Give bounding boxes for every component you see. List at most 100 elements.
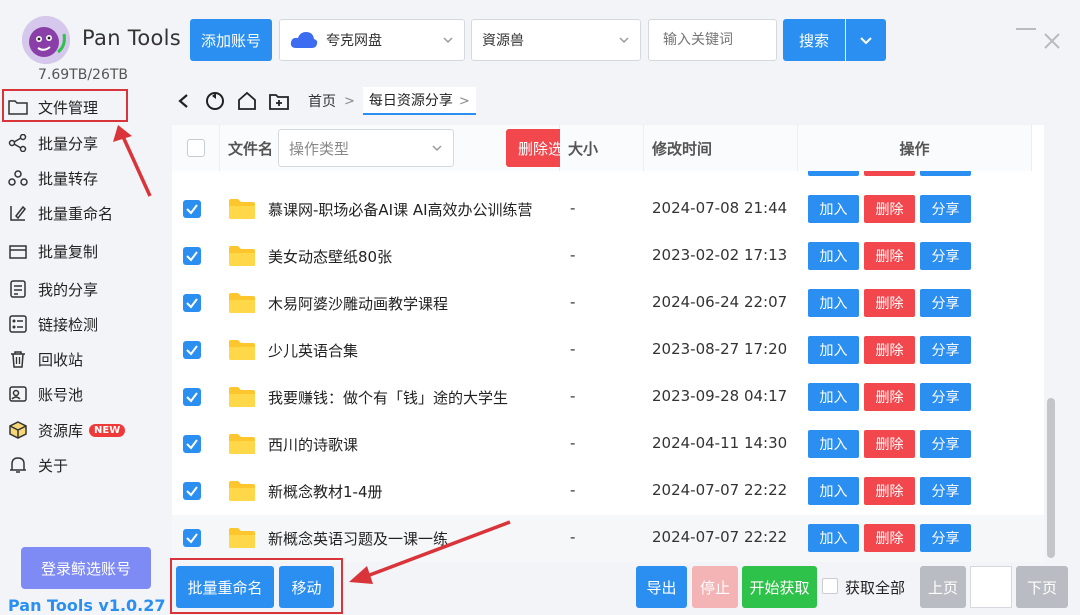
search-button[interactable]: 搜索 [783,19,845,61]
table-row[interactable]: 木易阿婆沙雕动画教学课程 - 2024-06-24 22:07 加入 删除 分享 [172,280,1044,327]
chevron-down-icon [432,145,442,152]
cloud-drive-select[interactable]: 夸克网盘 [279,19,465,61]
sidebar-item-batch-rename[interactable]: 批量重命名 [8,199,113,227]
share-button[interactable]: 分享 [920,430,971,458]
file-size: - [570,434,576,452]
sidebar-item-batch-copy[interactable]: 批量复制 [8,237,98,265]
delete-button[interactable]: 删除 [864,336,915,364]
batch-rename-button[interactable]: 批量重命名 [176,566,274,608]
refresh-icon[interactable] [204,90,226,112]
add-account-button[interactable]: 添加账号 [190,19,272,61]
file-name[interactable]: 木易阿婆沙雕动画教学课程 [268,293,448,314]
file-size: - [570,246,576,264]
table-row[interactable]: 新概念英语习题及一课一练 -2024-07-07 22:22 加入 删除 分享 [172,515,1044,562]
row-checkbox[interactable] [183,294,201,312]
share-button[interactable]: 分享 [920,242,971,270]
file-name[interactable]: 西川的诗歌课 [268,434,358,455]
scrollbar-thumb[interactable] [1047,398,1055,558]
folder-icon [229,293,255,313]
folder-icon [229,387,255,407]
add-button[interactable]: 加入 [808,242,859,270]
prev-page-button[interactable]: 上页 [920,566,966,608]
close-icon[interactable] [1043,32,1061,54]
sidebar-item-batch-transfer[interactable]: 批量转存 [8,164,98,192]
delete-button[interactable]: 删除 [864,195,915,223]
share-button[interactable]: 分享 [920,524,971,552]
file-modified: 2023-02-02 17:13 [652,246,788,264]
sidebar-item-recycle-bin[interactable]: 回收站 [8,345,83,373]
table-row[interactable]: 西川的诗歌课 - 2024-04-11 14:30 加入 删除 分享 [172,421,1044,468]
row-checkbox[interactable] [183,482,201,500]
share-button[interactable] [920,171,971,176]
share-button[interactable]: 分享 [920,477,971,505]
row-checkbox[interactable] [183,341,201,359]
table-row[interactable]: 美女动态壁纸80张 - 2023-02-02 17:13 加入 删除 分享 [172,233,1044,280]
share-button[interactable]: 分享 [920,336,971,364]
row-checkbox[interactable] [183,435,201,453]
sidebar-item-label: 回收站 [38,350,84,369]
table-row[interactable]: 新概念教材1-4册 - 2024-07-07 22:22 加入 删除 分享 [172,468,1044,515]
table-row[interactable]: 少儿英语合集 - 2023-08-27 17:20 加入 删除 分享 [172,327,1044,374]
sidebar-item-batch-share[interactable]: 批量分享 [8,129,98,157]
add-button[interactable]: 加入 [808,524,859,552]
add-button[interactable]: 加入 [808,195,859,223]
row-checkbox[interactable] [183,529,201,547]
next-page-button[interactable]: 下页 [1016,566,1068,608]
stop-button[interactable]: 停止 [692,566,738,608]
search-input[interactable] [648,19,777,61]
delete-button[interactable] [864,171,915,176]
chevron-down-icon [860,37,872,45]
sidebar-item-my-share[interactable]: 我的分享 [8,275,98,303]
file-name[interactable]: 新概念教材1-4册 [268,481,383,502]
file-modified: 2024-07-07 22:22 [652,528,788,546]
operation-type-select[interactable]: 操作类型 [278,129,454,167]
delete-button[interactable]: 删除 [864,430,915,458]
delete-button[interactable]: 删除 [864,477,915,505]
delete-button[interactable]: 删除 [864,524,915,552]
delete-button[interactable]: 删除 [864,289,915,317]
delete-button[interactable]: 删除 [864,383,915,411]
file-name[interactable]: 美女动态壁纸80张 [268,246,392,267]
file-table: 文件名 操作类型 删除选中 大小 修改时间 操作 慕课网-职场必备AI课 AI高… [172,125,1044,562]
add-button[interactable]: 加入 [808,430,859,458]
sidebar-item-about[interactable]: 关于 [8,451,68,479]
start-fetch-button[interactable]: 开始获取 [742,566,817,608]
export-button[interactable]: 导出 [636,566,687,608]
delete-button[interactable]: 删除 [864,242,915,270]
row-checkbox[interactable] [183,247,201,265]
share-button[interactable]: 分享 [920,383,971,411]
file-name[interactable]: 慕课网-职场必备AI课 AI高效办公训练营 [268,199,533,220]
sidebar-item-account-pool[interactable]: 账号池 [8,380,83,408]
sidebar-item-link-check[interactable]: 链接检测 [8,310,98,338]
add-button[interactable]: 加入 [808,383,859,411]
back-icon[interactable] [176,93,192,109]
file-name[interactable]: 我要赚钱：做个有「钱」途的大学生 [268,387,508,408]
minimize-icon[interactable] [1016,28,1036,30]
search-options-button[interactable] [846,19,886,61]
sidebar-item-resource-library[interactable]: 资源库 NEW [8,416,126,444]
folder-icon [229,434,255,454]
new-folder-icon[interactable] [268,90,290,112]
source-select[interactable]: 資源兽 [471,19,641,61]
add-button[interactable] [808,171,859,176]
storage-usage: 7.69TB/26TB [38,67,129,83]
page-number-input[interactable] [970,566,1012,608]
table-row[interactable]: 我要赚钱：做个有「钱」途的大学生 - 2023-09-28 04:17 加入 删除 分享 [172,374,1044,421]
breadcrumb-current[interactable]: 每日资源分享 > [362,87,476,115]
add-button[interactable]: 加入 [808,289,859,317]
add-button[interactable]: 加入 [808,477,859,505]
file-name[interactable]: 少儿英语合集 [268,340,358,361]
share-button[interactable]: 分享 [920,195,971,223]
row-checkbox[interactable] [183,200,201,218]
move-button[interactable]: 移动 [279,566,334,608]
breadcrumb-home[interactable]: 首页 [308,91,336,111]
row-checkbox[interactable] [183,388,201,406]
table-row[interactable]: 慕课网-职场必备AI课 AI高效办公训练营 - 2024-07-08 21:44 加入… [172,186,1044,233]
share-button[interactable]: 分享 [920,289,971,317]
home-icon[interactable] [236,90,258,112]
select-all-checkbox[interactable] [186,139,205,157]
fetch-all-checkbox[interactable] [822,578,838,594]
login-jingxuan-button[interactable]: 登录鲸选账号 [21,547,151,589]
add-button[interactable]: 加入 [808,336,859,364]
checkmark-icon [186,251,198,262]
